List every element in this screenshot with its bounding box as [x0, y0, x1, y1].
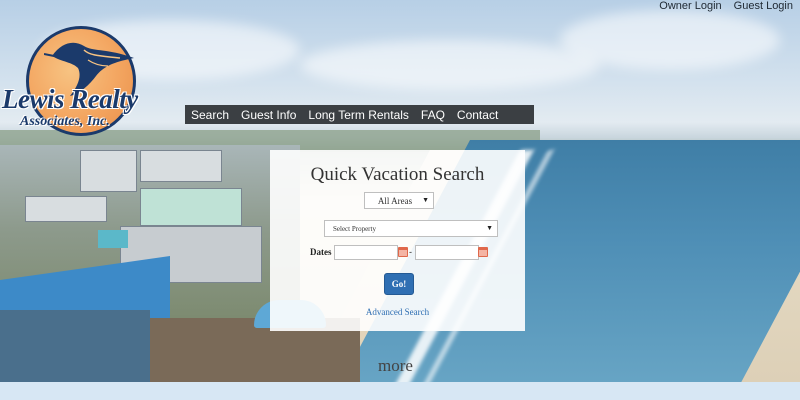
company-logo[interactable]: Lewis Realty Associates, Inc.	[0, 22, 160, 136]
dropdown-arrow-icon: ▼	[486, 224, 493, 232]
dropdown-arrow-icon: ▼	[422, 196, 429, 204]
date-separator: -	[409, 247, 412, 257]
calendar-icon[interactable]	[478, 247, 488, 257]
nav-item-contact[interactable]: Contact	[457, 108, 498, 122]
arrival-date-input[interactable]	[334, 245, 398, 260]
nav-item-guest-info[interactable]: Guest Info	[241, 108, 296, 122]
area-select-value: All Areas	[377, 195, 413, 206]
footer-band	[0, 382, 800, 400]
panel-title: Quick Vacation Search	[310, 164, 485, 185]
top-login-links: Owner Login Guest Login	[659, 0, 793, 12]
nav-item-long-term-rentals[interactable]: Long Term Rentals	[308, 108, 409, 122]
guest-login-link[interactable]: Guest Login	[734, 0, 793, 12]
dates-label: Dates :	[310, 247, 337, 257]
go-button[interactable]: Go!	[384, 273, 414, 295]
nav-item-faq[interactable]: FAQ	[421, 108, 445, 122]
advanced-search-link[interactable]: Advanced Search	[270, 307, 525, 317]
quick-search-panel: Quick Vacation Search All Areas ▼ Select…	[270, 150, 525, 331]
property-select-value: Select Property	[333, 224, 376, 233]
property-select[interactable]: Select Property ▼	[324, 220, 498, 237]
main-nav: Search Guest Info Long Term Rentals FAQ …	[185, 105, 534, 124]
owner-login-link[interactable]: Owner Login	[659, 0, 721, 12]
area-select[interactable]: All Areas ▼	[364, 192, 434, 209]
nav-item-search[interactable]: Search	[191, 108, 229, 122]
logo-company-subtitle: Associates, Inc.	[20, 114, 110, 129]
more-link[interactable]: more	[378, 356, 413, 376]
departure-date-input[interactable]	[415, 245, 479, 260]
calendar-icon[interactable]	[398, 247, 408, 257]
logo-company-name: Lewis Realty	[2, 84, 138, 114]
